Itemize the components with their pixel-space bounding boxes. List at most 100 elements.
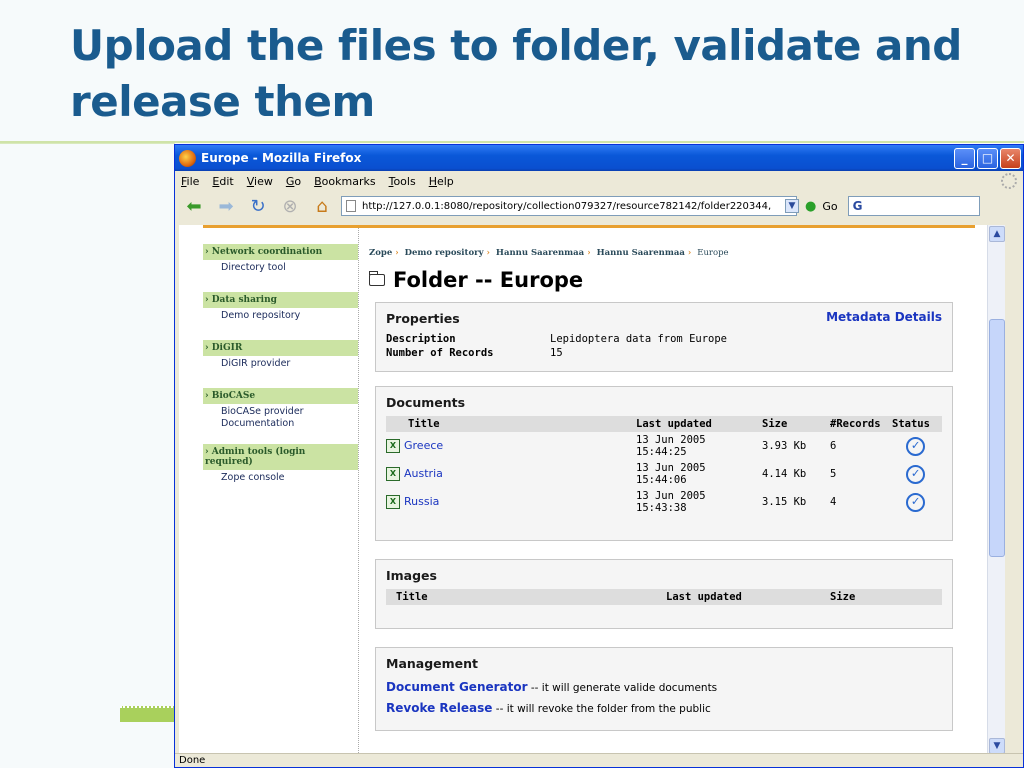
images-heading: Images <box>386 568 437 583</box>
last-updated-cell: 13 Jun 2005 15:44:25 <box>636 434 706 458</box>
sidebar-heading: › DiGIR <box>203 340 358 356</box>
breadcrumb-item[interactable]: Hannu Saarenmaa <box>496 248 584 258</box>
folder-icon <box>369 271 385 286</box>
breadcrumb-item[interactable]: Hannu Saarenmaa <box>597 248 685 258</box>
management-heading: Management <box>386 656 479 671</box>
sidebar-link-documentation[interactable]: Documentation <box>203 418 358 432</box>
records-label: Number of Records <box>386 347 494 359</box>
home-icon[interactable]: ⌂ <box>309 195 335 217</box>
menu-edit[interactable]: Edit <box>212 175 233 188</box>
sidebar-heading: › Network coordination <box>203 244 358 260</box>
document-link[interactable]: X Russia <box>386 495 636 509</box>
records-cell: 4 <box>830 496 837 508</box>
url-input[interactable]: http://127.0.0.1:8080/repository/collect… <box>341 196 797 216</box>
last-updated-cell: 13 Jun 2005 15:44:06 <box>636 462 706 486</box>
minimize-button[interactable]: _ <box>954 147 975 169</box>
breadcrumb-current: Europe <box>697 248 729 258</box>
menu-file[interactable]: File <box>181 175 199 188</box>
main-content: Zope › Demo repository › Hannu Saarenmaa › … <box>369 228 969 731</box>
stop-icon[interactable]: ⊗ <box>277 195 303 217</box>
documents-panel: Documents Title Last updated Size #Recor… <box>375 386 953 541</box>
column-status[interactable]: Status <box>892 416 942 432</box>
documents-heading: Documents <box>386 395 466 410</box>
slide-decoration <box>120 706 176 722</box>
sidebar-heading: › BioCASe <box>203 388 358 404</box>
window-title: Europe - Mozilla Firefox <box>201 151 362 165</box>
records-cell: 5 <box>830 468 837 480</box>
column-last-updated[interactable]: Last updated <box>636 416 762 432</box>
records-cell: 6 <box>830 440 837 452</box>
breadcrumb-item[interactable]: Zope <box>369 248 392 258</box>
check-icon[interactable]: ✓ <box>906 464 925 484</box>
sidebar-link-demo-repository[interactable]: Demo repository <box>203 308 358 324</box>
menu-help[interactable]: Help <box>429 175 454 188</box>
check-icon[interactable]: ✓ <box>906 492 925 512</box>
spreadsheet-icon: X <box>386 439 400 453</box>
menu-bar: File Edit View Go Bookmarks Tools Help <box>175 171 1023 191</box>
column-size[interactable]: Size <box>830 589 942 605</box>
breadcrumb-item[interactable]: Demo repository <box>405 248 484 258</box>
column-records[interactable]: #Records <box>830 416 892 432</box>
browser-window: Europe - Mozilla Firefox _ □ ✕ File Edit… <box>174 144 1024 768</box>
vertical-scrollbar[interactable]: ▲ ▼ <box>987 225 1005 755</box>
description-label: Description <box>386 333 456 345</box>
go-button[interactable]: Go <box>822 200 837 213</box>
table-row: X Russia 13 Jun 2005 15:43:38 3.15 Kb 4 ✓ <box>386 488 942 516</box>
document-link[interactable]: X Austria <box>386 467 636 481</box>
size-cell: 4.14 Kb <box>762 468 807 480</box>
scrollbar-thumb[interactable] <box>989 319 1005 557</box>
table-row: X Austria 13 Jun 2005 15:44:06 4.14 Kb 5 ✓ <box>386 460 942 488</box>
go-icon[interactable]: ● <box>805 199 816 214</box>
search-input[interactable]: G <box>847 196 980 216</box>
scroll-down-icon[interactable]: ▼ <box>989 738 1005 754</box>
spreadsheet-icon: X <box>386 467 400 481</box>
documents-table: Title Last updated Size #Records Status … <box>386 416 942 516</box>
page-title: Folder -- Europe <box>369 268 969 292</box>
breadcrumb: Zope › Demo repository › Hannu Saarenmaa › … <box>369 248 729 258</box>
back-arrow-icon[interactable]: ⬅ <box>181 195 207 217</box>
table-row: X Greece 13 Jun 2005 15:44:25 3.93 Kb 6 ✓ <box>386 432 942 460</box>
records-value: 15 <box>550 347 563 359</box>
forward-arrow-icon[interactable]: ➡ <box>213 195 239 217</box>
sidebar-link-directory-tool[interactable]: Directory tool <box>203 260 358 276</box>
size-cell: 3.93 Kb <box>762 440 807 452</box>
document-link[interactable]: X Greece <box>386 439 636 453</box>
window-titlebar[interactable]: Europe - Mozilla Firefox _ □ ✕ <box>175 145 1023 171</box>
sidebar-link-biocase-provider[interactable]: BioCASe provider <box>203 404 358 418</box>
management-item-text: -- it will generate valide documents <box>530 682 718 694</box>
management-item-text: -- it will revoke the folder from the pu… <box>495 703 711 715</box>
scroll-up-icon[interactable]: ▲ <box>989 226 1005 242</box>
sidebar-heading: › Data sharing <box>203 292 358 308</box>
document-generator-link[interactable]: Document Generator <box>386 680 528 694</box>
status-bar: Done <box>175 753 1023 767</box>
spreadsheet-icon: X <box>386 495 400 509</box>
size-cell: 3.15 Kb <box>762 496 807 508</box>
metadata-details-link[interactable]: Metadata Details <box>826 310 942 324</box>
column-title[interactable]: Title <box>386 589 666 605</box>
management-item: Document Generator -- it will generate v… <box>386 677 942 698</box>
url-text: http://127.0.0.1:8080/repository/collect… <box>362 200 772 212</box>
menu-tools[interactable]: Tools <box>389 175 416 188</box>
url-dropdown-icon[interactable]: ▼ <box>785 199 799 213</box>
last-updated-cell: 13 Jun 2005 15:43:38 <box>636 490 706 514</box>
page-icon <box>346 200 356 212</box>
sidebar-link-zope-console[interactable]: Zope console <box>203 470 358 486</box>
sidebar-heading: › Admin tools (login required) <box>203 444 358 470</box>
column-size[interactable]: Size <box>762 416 830 432</box>
check-icon[interactable]: ✓ <box>906 436 925 456</box>
column-last-updated[interactable]: Last updated <box>666 589 830 605</box>
navigation-toolbar: ⬅ ➡ ↻ ⊗ ⌂ http://127.0.0.1:8080/reposito… <box>175 191 1023 221</box>
menu-view[interactable]: View <box>247 175 273 188</box>
images-table: Title Last updated Size <box>386 589 942 605</box>
revoke-release-link[interactable]: Revoke Release <box>386 701 492 715</box>
images-panel: Images Title Last updated Size <box>375 559 953 629</box>
slide-left-line <box>0 143 175 144</box>
sidebar: › Network coordination Directory tool › … <box>203 228 359 755</box>
menu-bookmarks[interactable]: Bookmarks <box>314 175 375 188</box>
sidebar-link-digir-provider[interactable]: DiGIR provider <box>203 356 358 372</box>
close-button[interactable]: ✕ <box>1000 147 1021 169</box>
reload-icon[interactable]: ↻ <box>245 195 271 217</box>
column-title[interactable]: Title <box>386 416 636 432</box>
menu-go[interactable]: Go <box>286 175 301 188</box>
maximize-button[interactable]: □ <box>977 147 998 169</box>
